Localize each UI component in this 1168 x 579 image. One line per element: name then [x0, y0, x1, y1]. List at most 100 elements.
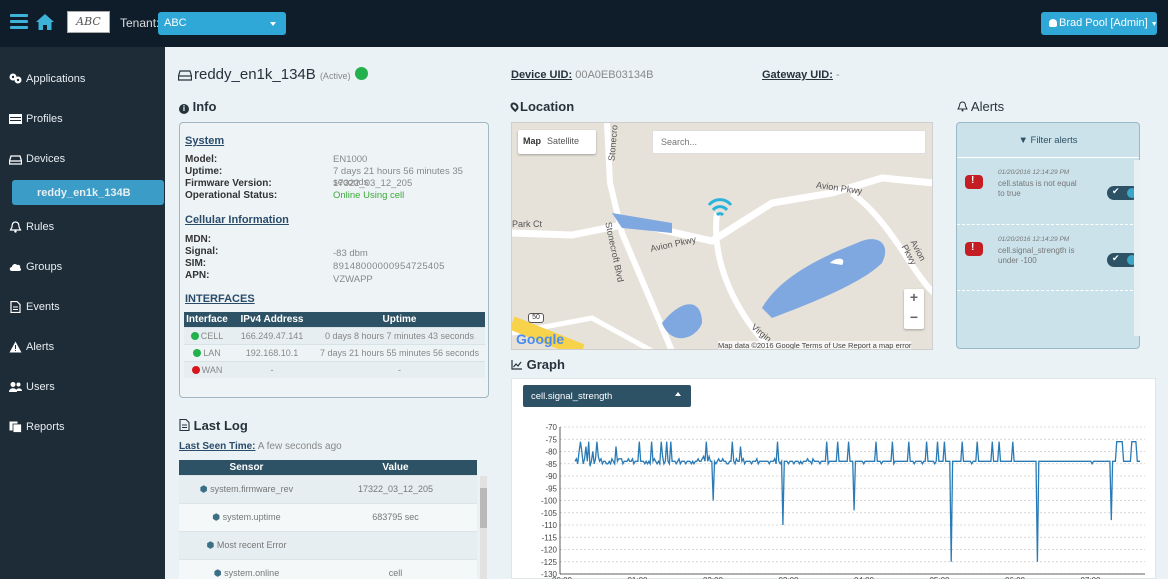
sensor-cell: ⬢ system.online: [179, 558, 314, 579]
model-value: EN1000: [333, 154, 368, 165]
status-dot: [190, 331, 199, 340]
map-search-input[interactable]: [652, 130, 926, 154]
lastlog-scrollbar[interactable]: [480, 476, 487, 579]
alerts-scrollbar[interactable]: [1134, 160, 1140, 336]
uptime-key: Uptime:: [185, 166, 223, 177]
column-header: IPv4 Address: [230, 312, 314, 327]
map-view[interactable]: MapSatellite Avion Pkwy Avion Pkwy Avion…: [511, 122, 933, 350]
alerts-heading: Alerts: [957, 99, 1004, 114]
model-key: Model:: [185, 154, 218, 165]
uptime-cell: -: [314, 360, 485, 378]
warning-icon: !: [965, 242, 983, 256]
alerts-icon: [9, 341, 22, 353]
scrollbar-thumb[interactable]: [480, 488, 487, 528]
menu-icon[interactable]: [10, 14, 28, 30]
interfaces-heading: INTERFACES: [185, 293, 255, 305]
sidebar-item-profiles[interactable]: Profiles: [0, 104, 165, 134]
y-tick-label: -110: [542, 521, 558, 530]
sidebar-item-label: Users: [26, 381, 55, 393]
map-type-toggle: Map Satellite: [518, 130, 596, 154]
sidebar-item-label: Alerts: [26, 341, 55, 353]
column-header: Sensor: [179, 460, 314, 475]
info-heading: i Info: [179, 99, 216, 114]
alert-text: cell.status is not equal to true: [998, 179, 1077, 198]
sidebar-item-alerts[interactable]: Alerts: [0, 332, 165, 362]
filter-icon: ▼: [1018, 135, 1028, 146]
sensor-name: Most recent Error: [216, 539, 287, 550]
sidebar-item-label: reddy_en1k_134B: [37, 186, 131, 199]
y-tick-label: -125: [541, 558, 558, 567]
metric-select[interactable]: cell.signal_strength: [523, 385, 691, 407]
tenant-label: Tenant:: [120, 16, 160, 30]
sidebar-item-label: Groups: [26, 261, 63, 273]
info-icon: i: [179, 104, 189, 114]
satellite-button[interactable]: Satellite: [547, 136, 579, 146]
opstatus-key: Operational Status:: [185, 190, 278, 201]
device-uid-value: 00A0EB03134B: [575, 69, 654, 81]
gateway-uid: Gateway UID: -: [762, 69, 840, 81]
y-tick-label: -100: [541, 497, 558, 506]
bell-icon: [957, 101, 968, 112]
sidebar-item-reports[interactable]: Reports: [0, 412, 165, 442]
device-title: reddy_en1k_134B (Active): [194, 66, 368, 83]
user-menu-button[interactable]: Brad Pool [Admin] ▼: [1041, 12, 1158, 35]
firmware-value: 17322_03_12_205: [333, 178, 413, 189]
value-cell: cell: [314, 558, 477, 579]
apn-key: APN:: [185, 270, 210, 281]
lastlog-title: Last Log: [193, 418, 248, 433]
sidebar-item-users[interactable]: Users: [0, 372, 165, 402]
location-heading: Location: [508, 99, 574, 114]
opstatus-value: Online Using cell: [333, 190, 405, 201]
sidebar-item-device-reddy[interactable]: reddy_en1k_134B: [12, 180, 164, 205]
y-tick-label: -70: [545, 423, 557, 432]
last-seen: Last Seen Time: A few seconds ago: [179, 441, 342, 452]
sidebar-item-groups[interactable]: Groups: [0, 252, 165, 282]
sensor-name: system.online: [224, 567, 280, 578]
graph-panel: -70 -75 -80 -85 -90 -95 -100 -105 -110 -115 -120 -1…: [511, 378, 1156, 579]
y-tick-label: -105: [541, 509, 558, 518]
home-icon[interactable]: [35, 13, 55, 31]
sidebar-item-rules[interactable]: Rules: [0, 212, 165, 242]
sidebar-item-devices[interactable]: Devices: [0, 144, 165, 174]
map-button[interactable]: Map: [523, 136, 541, 146]
interface-name: LAN: [203, 347, 221, 358]
logo: ABC: [67, 11, 110, 33]
interface-cell: WAN: [184, 360, 230, 378]
column-header: Interface: [184, 312, 230, 327]
alert-item[interactable]: ! 01/20/2016 12:14:29 PM cell.signal_str…: [957, 227, 1139, 291]
value-cell: [314, 530, 477, 559]
status-dot: [191, 365, 200, 374]
column-header: Uptime: [314, 312, 485, 327]
rules-icon: [9, 221, 22, 233]
status-dot: [193, 348, 202, 357]
interface-name: WAN: [201, 364, 223, 375]
check-icon: ✔: [1112, 253, 1120, 263]
filter-alerts-button[interactable]: ▼ Filter alerts: [957, 123, 1139, 158]
signal-key: Signal:: [185, 246, 219, 257]
users-icon: [9, 382, 22, 392]
firmware-key: Firmware Version:: [185, 178, 272, 189]
map-footer: Map data ©2016 Google Terms of Use Repor…: [718, 341, 912, 350]
tenant-select[interactable]: ABC: [158, 12, 286, 35]
ip-cell: 192.168.10.1: [230, 343, 314, 361]
table-row: ⬢ system.online cell: [179, 558, 477, 579]
applications-icon: [9, 73, 22, 84]
graph-title: Graph: [526, 357, 565, 372]
sensor-icon: ⬢: [213, 567, 222, 578]
groups-icon: [9, 263, 22, 271]
sidebar: Applications Profiles Devices reddy_en1k…: [0, 47, 165, 579]
table-row: ⬢ Most recent Error: [179, 530, 477, 559]
alert-time: 01/20/2016 12:14:29 PM: [998, 236, 1070, 243]
zoom-in-button[interactable]: +: [904, 289, 924, 309]
google-logo: Google: [516, 331, 565, 347]
sidebar-item-applications[interactable]: Applications: [0, 64, 165, 94]
y-tick-label: -80: [545, 448, 557, 457]
map-drawing: [512, 123, 932, 349]
sidebar-item-label: Profiles: [26, 113, 63, 125]
sensor-cell: ⬢ Most recent Error: [179, 530, 314, 559]
alert-item[interactable]: ! 01/20/2016 12:14:29 PM cell.status is …: [957, 160, 1139, 225]
zoom-out-button[interactable]: −: [904, 309, 924, 329]
lastlog-heading: Last Log: [179, 418, 248, 433]
alerts-title: Alerts: [970, 99, 1005, 114]
sidebar-item-events[interactable]: Events: [0, 292, 165, 322]
